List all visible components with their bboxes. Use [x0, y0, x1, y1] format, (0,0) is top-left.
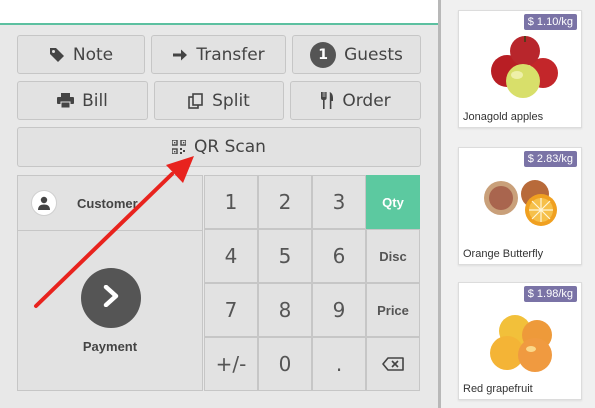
chevron-right-icon — [102, 284, 120, 312]
numpad-key-4[interactable]: 4 — [204, 229, 258, 283]
numpad: 1 2 3 Qty 4 5 6 Disc 7 8 9 Price +/- 0 . — [204, 175, 421, 391]
numpad-key-plus-minus[interactable]: +/- — [204, 337, 258, 391]
numpad-mode-price[interactable]: Price — [366, 283, 420, 337]
guests-count-badge: 1 — [310, 41, 337, 68]
transfer-label: Transfer — [196, 44, 265, 65]
order-button[interactable]: Order — [290, 81, 421, 120]
product-card-orange-butterfly[interactable]: $ 2.83/kg Orange Butterfly — [458, 147, 582, 265]
numpad-key-9[interactable]: 9 — [312, 283, 366, 337]
numpad-key-7[interactable]: 7 — [204, 283, 258, 337]
numpad-key-8[interactable]: 8 — [258, 283, 312, 337]
grapefruit-image — [490, 315, 552, 372]
order-label: Order — [342, 90, 391, 111]
qr-code-icon — [172, 140, 187, 154]
user-icon — [31, 190, 57, 216]
product-list: $ 1.10/kg Jonagold apples $ 2.83/kg Oran… — [441, 0, 595, 408]
pos-left-pane: Note Transfer 1 Guests Bill Split Order … — [0, 0, 438, 408]
product-card-jonagold-apples[interactable]: $ 1.10/kg Jonagold apples — [458, 10, 582, 128]
printer-icon — [57, 93, 75, 108]
product-name: Jonagold apples — [463, 111, 544, 123]
numpad-key-5[interactable]: 5 — [258, 229, 312, 283]
action-pad: Customer Payment — [17, 175, 203, 391]
qr-scan-button[interactable]: QR Scan — [17, 127, 421, 167]
product-name: Red grapefruit — [463, 383, 533, 395]
transfer-button[interactable]: Transfer — [151, 35, 286, 74]
arrow-right-icon — [172, 47, 188, 63]
cutlery-icon — [320, 92, 334, 109]
tag-icon — [49, 47, 65, 63]
split-label: Split — [212, 90, 250, 111]
note-button[interactable]: Note — [17, 35, 145, 74]
payment-label: Payment — [82, 339, 138, 354]
payment-button[interactable]: Payment — [18, 232, 202, 390]
qr-scan-label: QR Scan — [194, 137, 266, 157]
order-summary-area — [0, 0, 438, 25]
product-name: Orange Butterfly — [463, 248, 544, 260]
numpad-key-6[interactable]: 6 — [312, 229, 366, 283]
numpad-key-decimal[interactable]: . — [312, 337, 366, 391]
bill-label: Bill — [82, 90, 108, 111]
numpad-key-2[interactable]: 2 — [258, 175, 312, 229]
numpad-mode-qty[interactable]: Qty — [366, 175, 420, 229]
payment-circle — [81, 268, 141, 328]
bill-button[interactable]: Bill — [17, 81, 148, 120]
customer-button[interactable]: Customer — [18, 176, 202, 231]
backspace-icon — [382, 352, 404, 376]
note-label: Note — [72, 44, 114, 65]
numpad-key-1[interactable]: 1 — [204, 175, 258, 229]
numpad-key-3[interactable]: 3 — [312, 175, 366, 229]
numpad-backspace-button[interactable] — [366, 337, 420, 391]
guests-button[interactable]: 1 Guests — [292, 35, 421, 74]
numpad-mode-disc[interactable]: Disc — [366, 229, 420, 283]
product-card-red-grapefruit[interactable]: $ 1.98/kg Red grapefruit — [458, 282, 582, 400]
apples-image — [491, 36, 558, 98]
copy-icon — [188, 92, 204, 109]
price-tag: $ 1.10/kg — [523, 14, 577, 30]
oranges-image — [484, 180, 557, 226]
numpad-key-0[interactable]: 0 — [258, 337, 312, 391]
price-tag: $ 1.98/kg — [523, 286, 577, 302]
price-tag: $ 2.83/kg — [523, 151, 577, 167]
customer-label: Customer — [77, 195, 138, 211]
guests-label: Guests — [344, 44, 403, 65]
split-button[interactable]: Split — [154, 81, 284, 120]
